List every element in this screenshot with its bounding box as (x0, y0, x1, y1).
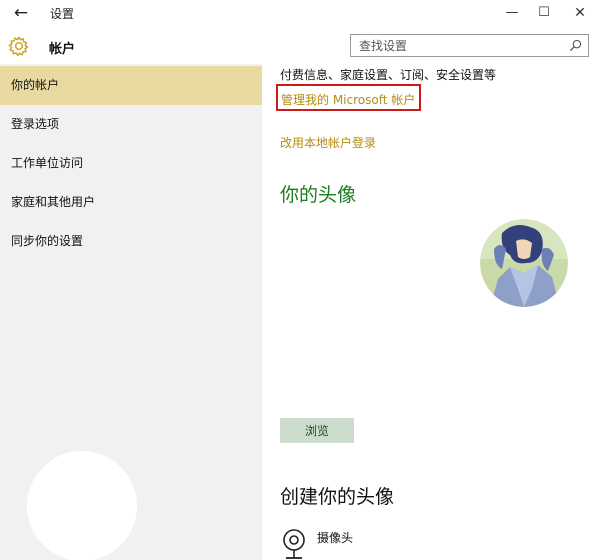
close-button[interactable]: ✕ (565, 2, 595, 24)
sidebar-item-sync-settings[interactable]: 同步你的设置 (0, 222, 262, 261)
avatar (480, 219, 568, 307)
manage-microsoft-account-link[interactable]: 管理我的 Microsoft 帐户 (276, 84, 422, 111)
sidebar-item-your-account[interactable]: 你的帐户 (0, 66, 262, 105)
create-avatar-heading: 创建你的头像 (280, 486, 395, 508)
account-description: 付费信息、家庭设置、订阅、安全设置等 (280, 68, 497, 82)
sidebar: 你的帐户 登录选项 工作单位访问 家庭和其他用户 同步你的设置 (0, 64, 262, 560)
window-title: 设置 (50, 7, 75, 21)
back-button[interactable]: ← (10, 2, 32, 24)
local-account-link[interactable]: 改用本地帐户登录 (280, 134, 376, 151)
sidebar-item-family-other-users[interactable]: 家庭和其他用户 (0, 183, 262, 222)
minimize-button[interactable]: — (497, 2, 527, 24)
search-box[interactable] (350, 34, 589, 57)
page-title: 帐户 (49, 42, 76, 57)
browse-button[interactable]: 浏览 (280, 418, 354, 443)
decorative-circle (27, 451, 137, 560)
title-bar: ← 设置 — ☐ ✕ (0, 0, 600, 28)
gear-icon (8, 36, 29, 57)
sidebar-item-work-access[interactable]: 工作单位访问 (0, 144, 262, 183)
search-input[interactable] (351, 35, 561, 56)
camera-icon[interactable] (282, 528, 306, 560)
page-header: 帐户 (0, 28, 600, 64)
sidebar-item-sign-in-options[interactable]: 登录选项 (0, 105, 262, 144)
camera-option-label[interactable]: 摄像头 (317, 529, 353, 546)
main-content: 付费信息、家庭设置、订阅、安全设置等 管理我的 Microsoft 帐户 改用本… (262, 64, 600, 560)
maximize-button[interactable]: ☐ (529, 2, 559, 24)
avatar-heading: 你的头像 (280, 184, 357, 206)
search-icon[interactable] (569, 39, 582, 52)
